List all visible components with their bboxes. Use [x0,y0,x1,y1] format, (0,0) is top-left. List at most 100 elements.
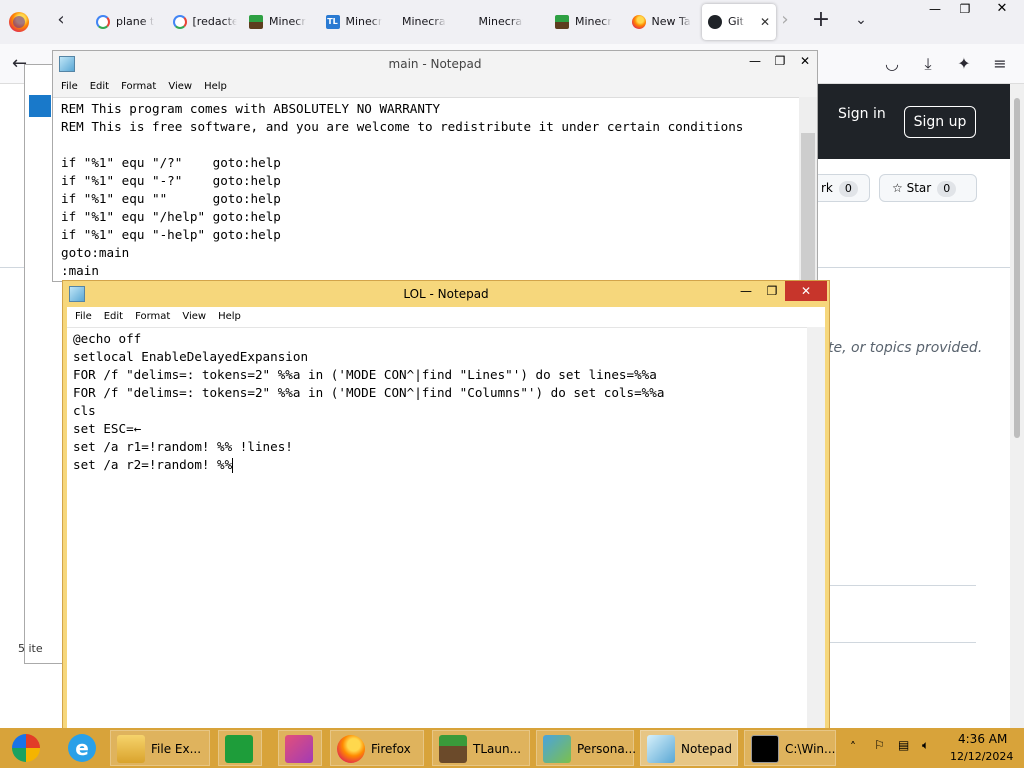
close-tab-icon[interactable]: ✕ [760,4,770,40]
browser-tab[interactable]: Minecraft C [396,4,470,40]
network-icon[interactable]: ▤ [898,738,909,752]
close-window-button[interactable]: ✕ [793,51,817,71]
taskbar-app[interactable]: Persona... [536,730,636,766]
scrollbar-thumb[interactable] [1014,98,1020,438]
text-line: goto:main [61,245,130,260]
text-line [61,136,797,154]
notepad-window-lol[interactable]: LOL - Notepad — ❐ ✕ File Edit Format View He… [62,280,830,730]
text-line: cls [73,403,96,418]
cmd-icon [751,735,779,763]
browser-tab[interactable]: Minecraft C [473,4,547,40]
taskbar-app-label: C:\Win... [785,742,836,756]
browser-tab[interactable]: New Ta [626,4,700,40]
text-line: FOR /f "delims=: tokens=2" %%a in ('MODE… [73,367,657,382]
taskbar-app[interactable] [278,730,322,766]
text-caret [232,458,234,473]
download-icon[interactable]: ⤓ [918,54,938,74]
text-line: @echo off [73,331,142,346]
text-editor[interactable]: @echo off setlocal EnableDelayedExpansion… [67,327,823,729]
browser-tab[interactable]: Minecr [243,4,317,40]
browser-tab[interactable]: [redacted] [167,4,241,40]
extensions-icon[interactable]: ✦ [954,54,974,74]
taskbar: e ˄ ⚐ ▤ 🔈︎ 4:36 AM 12/12/2024 File Ex...… [0,728,1024,768]
browser-tab[interactable]: TL Minecr [320,4,394,40]
window-title: LOL - Notepad [63,281,829,307]
text-line: if "%1" equ "/?" goto:help [61,155,281,170]
origami-icon [285,735,313,763]
taskbar-app-label: TLaun... [473,742,522,756]
menu-item[interactable]: Format [121,81,156,92]
menu-item[interactable]: Edit [90,81,109,92]
taskbar-app[interactable]: Notepad [640,730,738,766]
notepad-icon [69,286,85,302]
menu-item[interactable]: Edit [104,311,123,322]
browser-tab[interactable]: Git ✕ [702,4,776,40]
github-icon [708,15,722,29]
taskbar-app[interactable]: Firefox [330,730,424,766]
chevron-up-icon[interactable]: ˄ [850,740,856,754]
new-tab-button[interactable]: + [809,9,833,34]
sign-in-link[interactable]: Sign in [838,106,886,122]
taskbar-app[interactable]: C:\Win... [744,730,836,766]
start-button[interactable] [8,730,46,766]
minecraft-icon [249,15,263,29]
star-icon: ☆ [892,181,907,195]
taskbar-app[interactable] [218,730,262,766]
vertical-scrollbar[interactable] [807,327,825,729]
close-window-button[interactable]: ✕ [980,0,1024,20]
text-line: setlocal EnableDelayedExpansion [73,349,309,364]
menu-item[interactable]: View [182,311,206,322]
chevron-left-icon[interactable]: ‹ [49,10,73,34]
minimize-button[interactable]: — [733,281,759,301]
minimize-button[interactable]: — [743,51,767,71]
text-line: if "%1" equ "" goto:help [61,191,281,206]
maximize-button[interactable]: ❐ [759,281,785,301]
chevron-right-icon[interactable]: › [773,10,797,34]
taskbar-ie[interactable]: e [62,730,102,766]
menu-item[interactable]: Help [204,81,227,92]
notepad-window-main[interactable]: main - Notepad — ❐ ✕ File Edit Format View H… [52,50,818,283]
taskbar-app[interactable]: TLaun... [432,730,530,766]
menu-item[interactable]: Format [135,311,170,322]
hamburger-menu-icon[interactable]: ≡ [990,54,1010,74]
taskbar-app[interactable]: File Ex... [110,730,210,766]
browser-tab[interactable]: plane t [90,4,164,40]
pocket-icon[interactable]: ◡ [882,54,902,74]
tab-title: Minecr [575,15,612,28]
text-line: FOR /f "delims=: tokens=2" %%a in ('MODE… [73,385,665,400]
scrollbar-thumb[interactable] [801,133,815,283]
personalize-icon [543,735,571,763]
flag-icon[interactable]: ⚐ [874,738,885,752]
volume-icon[interactable]: 🔈︎ [922,738,929,753]
maximize-button[interactable]: ❐ [950,0,980,20]
browser-tab[interactable]: Minecr [549,4,623,40]
sign-up-button[interactable]: Sign up [904,106,976,138]
list-all-tabs-icon[interactable]: ⌄ [849,10,873,34]
github-header: Sign in Sign up [790,84,1010,159]
minimize-button[interactable]: — [920,0,950,20]
clock-date[interactable]: 12/12/2024 [950,750,1013,763]
menu-item[interactable]: View [168,81,192,92]
fork-count: 0 [838,181,858,197]
window-title: main - Notepad [53,51,817,77]
text-editor[interactable]: REM This program comes with ABSOLUTELY N… [53,97,799,281]
maximize-button[interactable]: ❐ [767,51,793,71]
star-button[interactable]: ☆ Star 0 [879,174,977,202]
vertical-scrollbar[interactable] [799,97,817,283]
menu-item[interactable]: File [61,81,78,92]
browser-tab-strip: ‹ › + ⌄ — ❐ ✕ plane t [redacted] Minecr TL M… [0,0,1024,44]
store-icon [225,735,253,763]
tab-title: Git [728,15,744,28]
menu-item[interactable]: Help [218,311,241,322]
clock-time[interactable]: 4:36 AM [958,732,1007,746]
menu-item[interactable]: File [75,311,92,322]
minecraft-icon [555,15,569,29]
close-window-button[interactable]: ✕ [785,281,827,301]
firefox-logo-icon[interactable] [9,12,29,32]
notepad-icon [59,56,75,72]
google-icon [96,15,110,29]
page-scrollbar[interactable] [1010,84,1024,728]
menu-bar: File Edit Format View Help [53,77,817,97]
text-line: if "%1" equ "-help" goto:help [61,227,281,242]
ribbon-file-tab[interactable] [29,95,51,117]
